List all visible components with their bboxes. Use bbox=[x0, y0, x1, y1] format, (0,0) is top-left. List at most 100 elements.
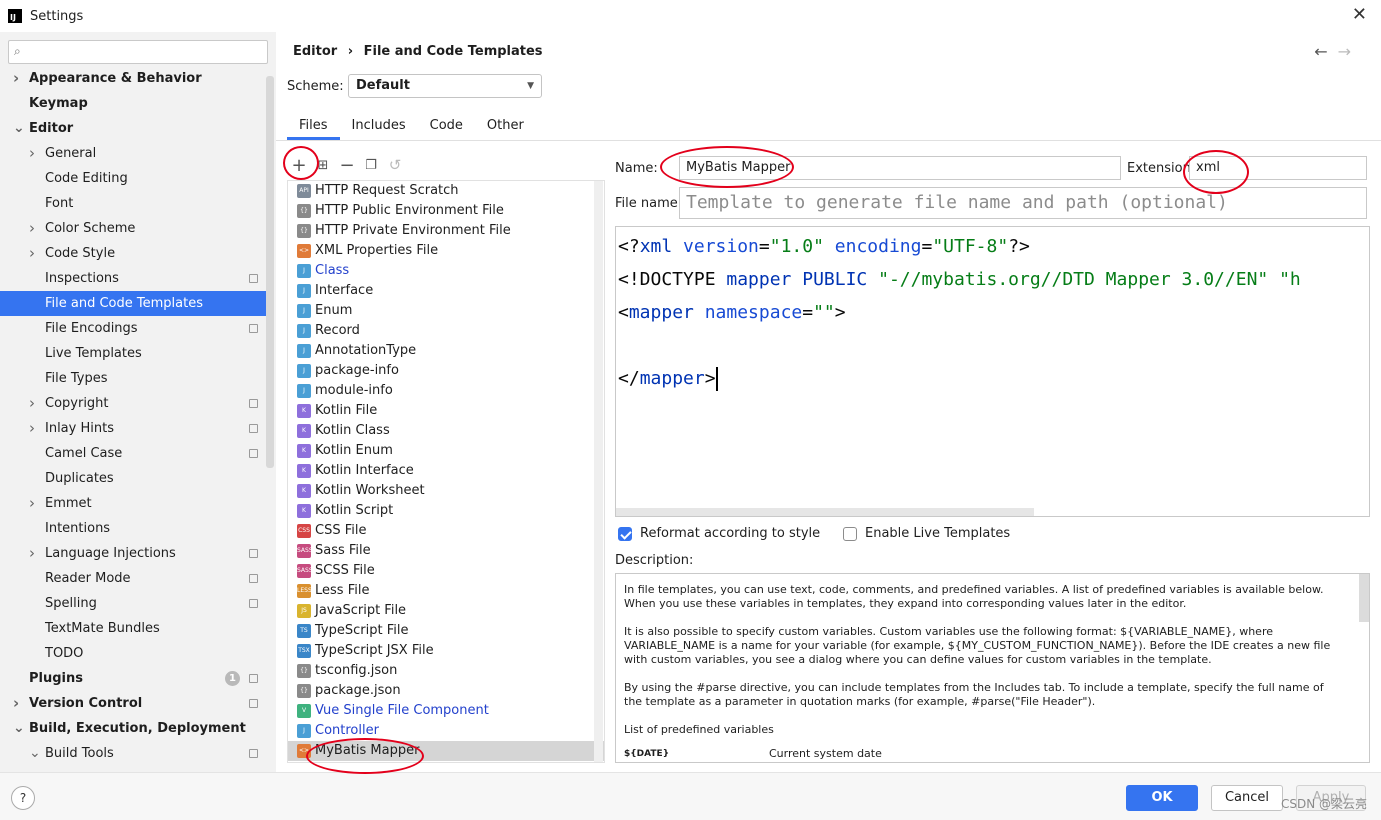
create-child-template-button[interactable]: ⊞ bbox=[311, 153, 335, 177]
reformat-checkbox[interactable]: Reformat according to style bbox=[618, 526, 820, 541]
close-icon[interactable]: ✕ bbox=[1352, 6, 1367, 24]
sidebar-item-file-types[interactable]: File Types bbox=[0, 366, 266, 391]
sidebar-item-build-execution-deployment[interactable]: ⌄ Build, Execution, Deployment bbox=[0, 716, 266, 741]
template-item-sass-file[interactable]: SASS Sass File bbox=[288, 541, 604, 561]
tab-code[interactable]: Code bbox=[418, 112, 475, 140]
sidebar-item-plugins[interactable]: Plugins 1 bbox=[0, 666, 266, 691]
sidebar-item-file-and-code-templates[interactable]: File and Code Templates bbox=[0, 291, 266, 316]
template-item-controller[interactable]: J Controller bbox=[288, 721, 604, 741]
sidebar-item-emmet[interactable]: › Emmet bbox=[0, 491, 266, 516]
description-scrollbar[interactable] bbox=[1359, 574, 1369, 622]
cancel-button[interactable]: Cancel bbox=[1211, 785, 1283, 811]
template-item-typescript-jsx-file[interactable]: TSX TypeScript JSX File bbox=[288, 641, 604, 661]
file-name-input[interactable]: Template to generate file name and path … bbox=[679, 187, 1367, 219]
sidebar-item-appearance-behavior[interactable]: › Appearance & Behavior bbox=[0, 66, 266, 91]
sidebar-item-keymap[interactable]: Keymap bbox=[0, 91, 266, 116]
sidebar-scrollbar[interactable] bbox=[266, 76, 274, 468]
sidebar-item-todo[interactable]: TODO bbox=[0, 641, 266, 666]
sidebar-item-code-style[interactable]: › Code Style bbox=[0, 241, 266, 266]
reformat-checkbox-box[interactable] bbox=[618, 526, 632, 541]
editor-horizontal-scrollbar[interactable] bbox=[616, 508, 1034, 516]
remove-template-button[interactable]: − bbox=[335, 153, 359, 177]
chevron-right-icon[interactable]: › bbox=[29, 491, 35, 516]
live-templates-checkbox[interactable]: Enable Live Templates bbox=[843, 526, 1010, 541]
template-item-http-private-environment-file[interactable]: {} HTTP Private Environment File bbox=[288, 221, 604, 241]
chevron-right-icon[interactable]: › bbox=[29, 141, 35, 166]
chevron-right-icon[interactable]: › bbox=[29, 241, 35, 266]
forward-arrow-icon[interactable]: → bbox=[1338, 42, 1361, 61]
settings-search-input[interactable]: ⌕ bbox=[8, 40, 268, 64]
template-item-tsconfig-json[interactable]: {} tsconfig.json bbox=[288, 661, 604, 681]
ok-button[interactable]: OK bbox=[1126, 785, 1198, 811]
template-item-class[interactable]: J Class bbox=[288, 261, 604, 281]
reset-template-button[interactable]: ↺ bbox=[383, 153, 407, 177]
sidebar-item-editor[interactable]: ⌄ Editor bbox=[0, 116, 266, 141]
sidebar-item-textmate-bundles[interactable]: TextMate Bundles bbox=[0, 616, 266, 641]
tab-other[interactable]: Other bbox=[475, 112, 536, 140]
chevron-right-icon[interactable]: › bbox=[29, 216, 35, 241]
tab-files[interactable]: Files bbox=[287, 112, 340, 140]
chevron-right-icon[interactable]: › bbox=[13, 691, 19, 716]
sidebar-item-spelling[interactable]: Spelling bbox=[0, 591, 266, 616]
sidebar-item-file-encodings[interactable]: File Encodings bbox=[0, 316, 266, 341]
chevron-down-icon[interactable]: ⌄ bbox=[13, 716, 25, 741]
sidebar-item-version-control[interactable]: › Version Control bbox=[0, 691, 266, 716]
chevron-right-icon[interactable]: › bbox=[29, 391, 35, 416]
sidebar-item-language-injections[interactable]: › Language Injections bbox=[0, 541, 266, 566]
scheme-dropdown[interactable]: Default ▼ bbox=[348, 74, 542, 98]
sidebar-item-inlay-hints[interactable]: › Inlay Hints bbox=[0, 416, 266, 441]
template-item-package-json[interactable]: {} package.json bbox=[288, 681, 604, 701]
chevron-down-icon[interactable]: ⌄ bbox=[13, 116, 25, 141]
copy-template-button[interactable]: ❐ bbox=[359, 153, 383, 177]
template-item-enum[interactable]: J Enum bbox=[288, 301, 604, 321]
sidebar-item-intentions[interactable]: Intentions bbox=[0, 516, 266, 541]
sidebar-item-build-tools[interactable]: ⌄ Build Tools bbox=[0, 741, 266, 766]
template-item-kotlin-script[interactable]: K Kotlin Script bbox=[288, 501, 604, 521]
template-item-kotlin-worksheet[interactable]: K Kotlin Worksheet bbox=[288, 481, 604, 501]
template-item-scss-file[interactable]: SASS SCSS File bbox=[288, 561, 604, 581]
template-item-xml-properties-file[interactable]: <> XML Properties File bbox=[288, 241, 604, 261]
template-item-http-request-scratch[interactable]: API HTTP Request Scratch bbox=[288, 181, 604, 201]
chevron-right-icon[interactable]: › bbox=[29, 541, 35, 566]
template-item-interface[interactable]: J Interface bbox=[288, 281, 604, 301]
chevron-right-icon[interactable]: › bbox=[29, 416, 35, 441]
template-item-package-info[interactable]: Jpackage-info bbox=[288, 361, 604, 381]
template-item-mybatis-mapper[interactable]: <> MyBatis Mapper bbox=[288, 741, 604, 761]
template-item-annotationtype[interactable]: J AnnotationType bbox=[288, 341, 604, 361]
add-template-button[interactable]: + bbox=[287, 153, 311, 177]
extension-input[interactable]: xml bbox=[1189, 156, 1367, 180]
tab-includes[interactable]: Includes bbox=[340, 112, 418, 140]
help-button[interactable]: ? bbox=[11, 786, 35, 810]
template-item-http-public-environment-file[interactable]: {} HTTP Public Environment File bbox=[288, 201, 604, 221]
template-list-scrollbar[interactable] bbox=[594, 181, 603, 762]
template-item-css-file[interactable]: CSS CSS File bbox=[288, 521, 604, 541]
template-item-module-info[interactable]: Jmodule-info bbox=[288, 381, 604, 401]
back-arrow-icon[interactable]: ← bbox=[1314, 42, 1337, 61]
project-settings-icon bbox=[249, 749, 258, 758]
template-item-kotlin-class[interactable]: K Kotlin Class bbox=[288, 421, 604, 441]
sidebar-item-duplicates[interactable]: Duplicates bbox=[0, 466, 266, 491]
sidebar-item-camel-case[interactable]: Camel Case bbox=[0, 441, 266, 466]
sidebar-item-inspections[interactable]: Inspections bbox=[0, 266, 266, 291]
sidebar-item-color-scheme[interactable]: › Color Scheme bbox=[0, 216, 266, 241]
chevron-right-icon[interactable]: › bbox=[13, 66, 19, 91]
sidebar-item-live-templates[interactable]: Live Templates bbox=[0, 341, 266, 366]
template-item-javascript-file[interactable]: JS JavaScript File bbox=[288, 601, 604, 621]
template-item-kotlin-enum[interactable]: K Kotlin Enum bbox=[288, 441, 604, 461]
template-code-editor[interactable]: <?xml version="1.0" encoding="UTF-8"?> <… bbox=[615, 226, 1370, 517]
chevron-down-icon[interactable]: ⌄ bbox=[29, 741, 41, 766]
sidebar-item-copyright[interactable]: › Copyright bbox=[0, 391, 266, 416]
sidebar-item-code-editing[interactable]: Code Editing bbox=[0, 166, 266, 191]
template-item-kotlin-file[interactable]: K Kotlin File bbox=[288, 401, 604, 421]
sidebar-item-reader-mode[interactable]: Reader Mode bbox=[0, 566, 266, 591]
template-item-kotlin-interface[interactable]: K Kotlin Interface bbox=[288, 461, 604, 481]
template-item-typescript-file[interactable]: TS TypeScript File bbox=[288, 621, 604, 641]
template-name-input[interactable]: MyBatis Mapper bbox=[679, 156, 1121, 180]
breadcrumb-parent[interactable]: Editor bbox=[293, 44, 337, 59]
template-item-less-file[interactable]: LESS Less File bbox=[288, 581, 604, 601]
sidebar-item-general[interactable]: › General bbox=[0, 141, 266, 166]
sidebar-item-font[interactable]: Font bbox=[0, 191, 266, 216]
template-item-vue-single-file-component[interactable]: V Vue Single File Component bbox=[288, 701, 604, 721]
live-templates-checkbox-box[interactable] bbox=[843, 526, 857, 541]
template-item-record[interactable]: J Record bbox=[288, 321, 604, 341]
